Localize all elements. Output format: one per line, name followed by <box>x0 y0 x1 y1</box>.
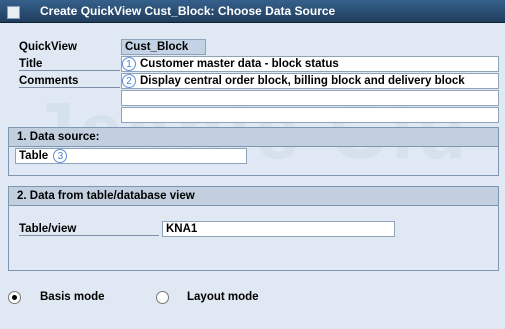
radio-selected-dot <box>12 295 17 300</box>
data-source-value: Table <box>19 150 49 163</box>
table-view-label: Table/view <box>19 223 159 236</box>
comments-value: Display central order block, billing blo… <box>140 75 465 88</box>
quickview-label: QuickView <box>19 41 77 53</box>
data-source-heading: 1. Data source: <box>9 128 498 147</box>
data-source-field[interactable]: Table 3 <box>15 148 247 164</box>
layout-mode-radio[interactable] <box>156 291 169 304</box>
callout-marker-3: 3 <box>53 149 68 163</box>
basis-mode-radio[interactable] <box>8 291 21 304</box>
comments-field-line-1[interactable]: 2 Display central order block, billing bl… <box>121 73 499 89</box>
title-value: Customer master data - block status <box>140 58 339 71</box>
basis-mode-label[interactable]: Basis mode <box>40 291 105 303</box>
window-titlebar: Create QuickView Cust_Block: Choose Data… <box>0 0 505 23</box>
callout-marker-2: 2 <box>122 74 136 88</box>
table-view-input[interactable]: KNA1 <box>162 221 395 237</box>
comments-field-line-2[interactable] <box>121 90 499 106</box>
callout-marker-1: 1 <box>122 57 136 71</box>
title-field[interactable]: 1 Customer master data - block status <box>121 56 499 72</box>
window-menu-icon[interactable] <box>7 6 20 19</box>
title-label: Title <box>19 58 120 71</box>
layout-mode-label[interactable]: Layout mode <box>187 291 259 303</box>
window-title: Create QuickView Cust_Block: Choose Data… <box>40 4 336 18</box>
comments-field-line-3[interactable] <box>121 107 499 123</box>
quickview-name-field: Cust_Block <box>121 39 206 55</box>
table-view-heading: 2. Data from table/database view <box>9 187 498 206</box>
comments-label: Comments <box>19 75 120 88</box>
